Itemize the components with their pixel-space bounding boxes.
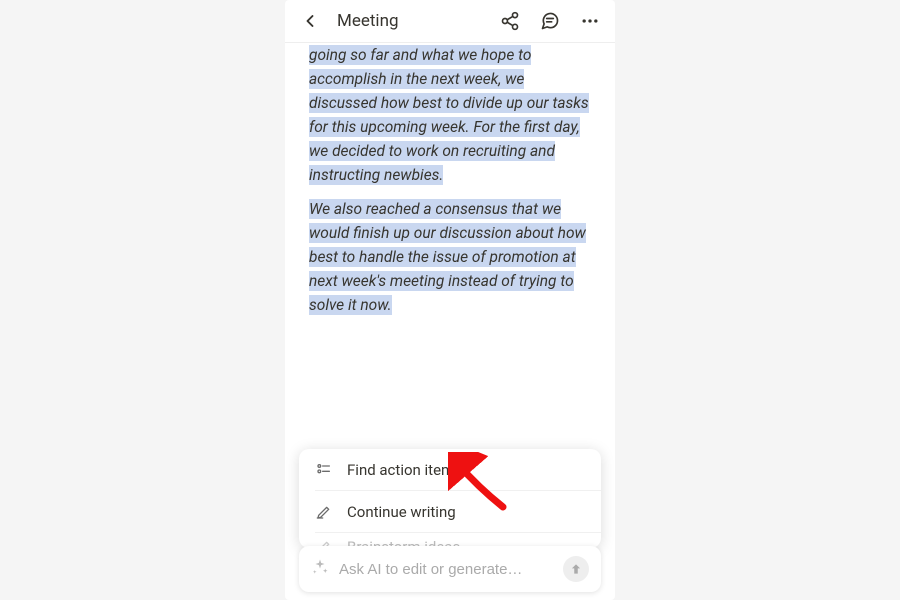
ai-input-bar — [299, 546, 601, 592]
selected-text: going so far and what we hope to accompl… — [309, 45, 589, 185]
paragraph-1: going so far and what we hope to accompl… — [309, 43, 591, 187]
arrow-up-icon — [569, 562, 583, 576]
menu-item-label: Find action items — [347, 461, 462, 479]
header-actions — [499, 10, 601, 32]
speech-bubble-icon — [540, 11, 560, 31]
menu-item-continue-writing[interactable]: Continue writing — [299, 491, 601, 533]
back-button[interactable] — [299, 10, 321, 32]
ai-suggestions-menu: Find action items Continue writing Brain… — [299, 449, 601, 548]
sparkle-icon — [311, 558, 329, 580]
paragraph-2: We also reached a consensus that we woul… — [309, 197, 591, 317]
ai-prompt-input[interactable] — [339, 561, 553, 578]
send-button[interactable] — [563, 556, 589, 582]
chevron-left-icon — [300, 11, 320, 31]
checklist-icon — [315, 461, 333, 479]
share-button[interactable] — [499, 10, 521, 32]
selected-text: We also reached a consensus that we woul… — [309, 199, 586, 315]
app-screen: Meeting going so far and what we hope to… — [285, 0, 615, 600]
header-bar: Meeting — [285, 0, 615, 43]
page-title: Meeting — [337, 11, 489, 31]
menu-item-label: Continue writing — [347, 503, 456, 521]
pencil-icon — [315, 503, 333, 521]
more-button[interactable] — [579, 10, 601, 32]
comment-button[interactable] — [539, 10, 561, 32]
share-icon — [500, 11, 520, 31]
menu-item-find-action-items[interactable]: Find action items — [299, 449, 601, 491]
ellipsis-icon — [580, 11, 600, 31]
